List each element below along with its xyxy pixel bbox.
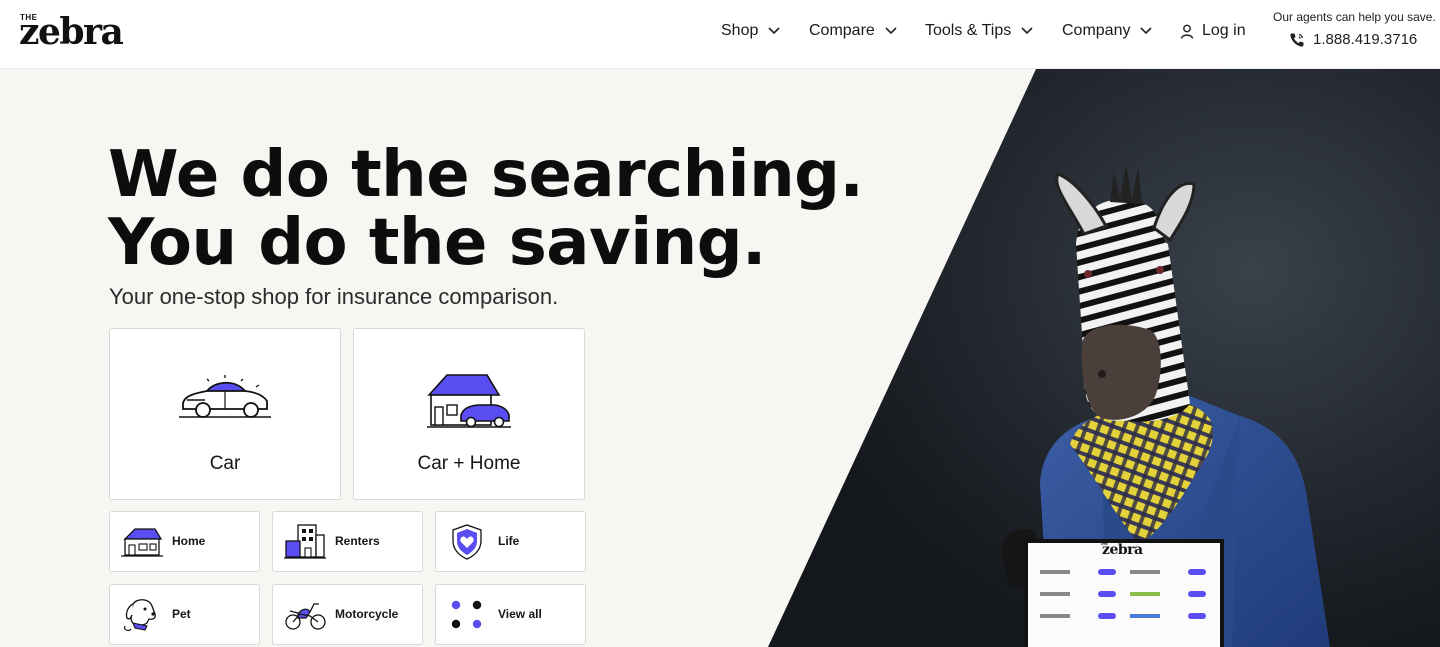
phone-icon xyxy=(1290,33,1304,47)
car-icon xyxy=(179,375,271,418)
zebra-logo[interactable]: THE zebra xyxy=(19,11,124,53)
nav-tools-tips-label: Tools & Tips xyxy=(925,22,1012,39)
product-card-pet[interactable]: Pet xyxy=(109,584,260,645)
nav-tools-tips[interactable]: Tools & Tips xyxy=(925,19,1033,43)
chevron-down-icon xyxy=(1140,27,1153,35)
product-card-car[interactable]: Car xyxy=(109,328,341,500)
product-card-pet-label: Pet xyxy=(172,607,191,621)
apartment-icon xyxy=(284,524,326,559)
motorcycle-icon xyxy=(285,603,326,630)
sign-logo: THE zebra xyxy=(1100,541,1160,563)
zebra-mascot-illustration xyxy=(1001,164,1330,647)
house-icon xyxy=(121,528,163,557)
nav-shop-label: Shop xyxy=(721,22,759,39)
login-link[interactable]: Log in xyxy=(1180,19,1246,43)
nav-company[interactable]: Company xyxy=(1062,19,1153,43)
hero-headline: We do the searching. You do the saving. xyxy=(108,138,864,280)
dots-grid-icon xyxy=(451,600,482,629)
site-header: THE zebra Shop Compare Tools & Tips Comp… xyxy=(0,0,1440,69)
dog-icon xyxy=(124,599,156,632)
phone-link[interactable]: 1.888.419.3716 xyxy=(1289,31,1417,48)
product-card-renters[interactable]: Renters xyxy=(272,511,423,572)
product-card-car-home-label: Car + Home xyxy=(417,453,521,474)
product-card-view-all-label: View all xyxy=(498,607,542,621)
nav-company-label: Company xyxy=(1062,22,1131,39)
nav-shop[interactable]: Shop xyxy=(721,19,780,43)
product-card-home[interactable]: Home xyxy=(109,511,260,572)
sign-rows xyxy=(1040,569,1210,630)
product-card-home-label: Home xyxy=(172,534,206,548)
sign-logo-word: zebra xyxy=(1102,542,1143,558)
login-label: Log in xyxy=(1202,22,1246,39)
hero-subhead: Your one-stop shop for insurance compari… xyxy=(109,284,559,309)
chevron-down-icon xyxy=(768,27,780,35)
product-card-view-all[interactable]: View all xyxy=(435,584,586,645)
headline-line-2: You do the saving. xyxy=(108,206,766,280)
product-card-motorcycle-label: Motorcycle xyxy=(335,607,399,621)
product-card-motorcycle[interactable]: Motorcycle xyxy=(272,584,423,645)
product-card-car-home[interactable]: Car + Home xyxy=(353,328,585,500)
car-home-icon xyxy=(427,374,511,428)
phone-number: 1.888.419.3716 xyxy=(1313,31,1418,48)
product-card-renters-label: Renters xyxy=(335,534,380,548)
product-card-life-label: Life xyxy=(498,534,520,548)
hero-section: We do the searching. You do the saving. … xyxy=(0,69,1440,647)
person-icon xyxy=(1180,24,1194,39)
agents-text: Our agents can help you save. xyxy=(1273,10,1436,24)
nav-compare[interactable]: Compare xyxy=(809,19,897,43)
headline-line-1: We do the searching. xyxy=(108,138,864,212)
product-card-life[interactable]: Life xyxy=(435,511,586,572)
chevron-down-icon xyxy=(1021,27,1033,35)
nav-compare-label: Compare xyxy=(809,22,875,39)
logo-wordmark: zebra xyxy=(19,11,124,53)
chevron-down-icon xyxy=(885,27,897,35)
product-card-car-label: Car xyxy=(209,453,241,474)
shield-heart-icon xyxy=(452,524,482,560)
